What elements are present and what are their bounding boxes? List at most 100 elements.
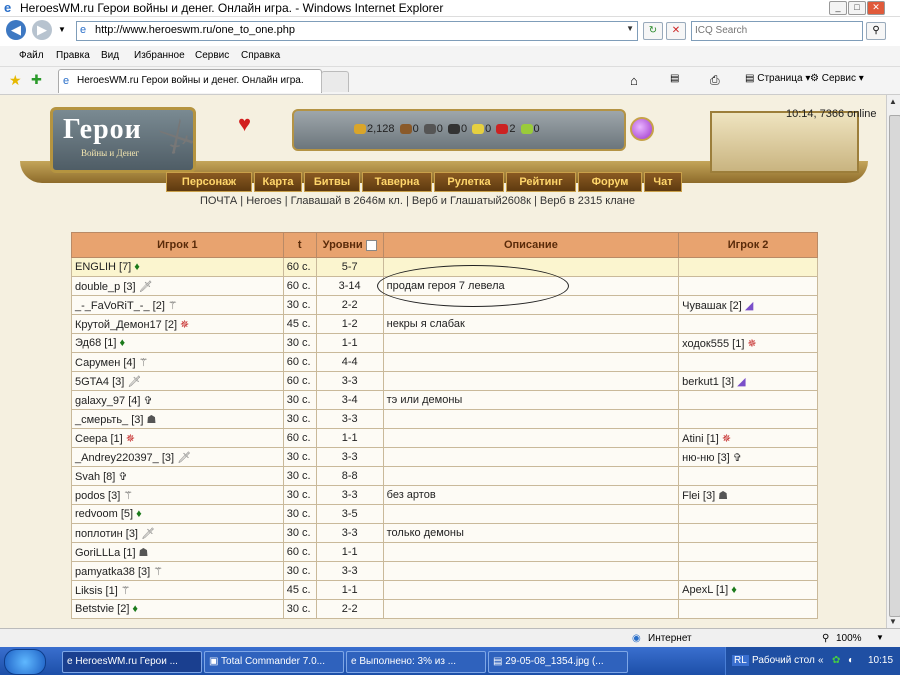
nav-tavern[interactable]: Таверна [362, 172, 432, 192]
system-tray: RL Рабочий стол « ✿ ◐ 10:15 [725, 647, 900, 675]
purple-flag-icon: ◢ [744, 299, 754, 312]
timeout-cell: 30 с. [282, 390, 317, 410]
player1-cell-link[interactable]: double_p [3] [75, 281, 136, 293]
search-input[interactable] [695, 23, 855, 37]
player1-cell-link[interactable]: Сарумен [4] [75, 357, 136, 369]
player1-cell-link[interactable]: Liksis [1] [75, 585, 118, 597]
player1-cell-link[interactable]: Крутой_Демон17 [2] [75, 319, 177, 331]
player1-cell-link[interactable]: GoriLLLa [1] [75, 547, 136, 559]
close-button[interactable]: ✕ [867, 1, 885, 15]
player1-cell-link[interactable]: galaxy_97 [4] [75, 395, 140, 407]
player1-cell-link[interactable]: поплотин [3] [75, 528, 138, 540]
search-box[interactable] [691, 21, 863, 41]
stop-button[interactable]: ✕ [666, 22, 686, 40]
page-menu[interactable]: ▤ Страница ▾ [745, 73, 810, 84]
favorites-star-icon[interactable]: ★ [9, 72, 22, 89]
nav-forum[interactable]: Форум [578, 172, 642, 192]
player1-cell-link[interactable]: Эд68 [1] [75, 337, 116, 349]
player1-cell-link[interactable]: _Andrey220397_ [3] [75, 452, 174, 464]
scroll-thumb[interactable] [889, 115, 900, 617]
player1-cell-link[interactable]: _-_FaVoRiT_-_ [2] [75, 300, 165, 312]
sword-icon: 🗡 [141, 527, 155, 540]
nav-map[interactable]: Карта [254, 172, 302, 192]
vertical-scrollbar[interactable]: ▲ ▼ [886, 95, 900, 628]
home-icon[interactable]: ⌂ [630, 73, 638, 88]
nav-roulette[interactable]: Рулетка [434, 172, 504, 192]
levels-checkbox[interactable] [365, 239, 377, 251]
task-totalcmd[interactable]: ▣ Total Commander 7.0... [204, 651, 344, 673]
nav-chat[interactable]: Чат [644, 172, 682, 192]
resources-panel: 2,128 0 0 0 0 2 0 [292, 109, 626, 151]
menu-view[interactable]: Вид [101, 50, 119, 61]
player1-cell-link[interactable]: ENGLIH [7] [75, 261, 131, 273]
player2-cell-link[interactable]: berkut1 [3] [682, 376, 734, 388]
maximize-button[interactable]: □ [848, 1, 866, 15]
window-title: HeroesWM.ru Герои войны и денег. Онлайн … [20, 1, 444, 15]
minimize-button[interactable]: _ [829, 1, 847, 15]
nav-rating[interactable]: Рейтинг [506, 172, 576, 192]
scroll-down-icon[interactable]: ▼ [889, 617, 897, 626]
quick-links[interactable]: ПОЧТА | Heroes | Главашай в 2646м кл. | … [200, 195, 635, 207]
description-cell: без артов [382, 485, 680, 505]
add-favorite-icon[interactable]: ✚ [31, 72, 42, 88]
player2-cell-link[interactable]: ApexL [1] [682, 584, 728, 596]
player2-cell-link[interactable]: Flei [3] [682, 490, 715, 502]
search-go-button[interactable]: ⚲ [866, 22, 886, 40]
menu-edit[interactable]: Правка [56, 50, 90, 61]
player2-cell [678, 561, 818, 581]
player1-cell-link[interactable]: redvoom [5] [75, 508, 133, 520]
tray-volume-icon[interactable]: ◐ [848, 655, 854, 666]
player2-cell-link[interactable]: ню-ню [3] [682, 452, 730, 464]
task-image-icon: ▤ [493, 656, 506, 667]
player1-cell-link[interactable]: Svah [8] [75, 471, 115, 483]
feeds-icon[interactable]: ▤ [670, 73, 679, 84]
desktop-label[interactable]: Рабочий стол [752, 655, 815, 666]
wood-icon [399, 124, 412, 135]
description-cell [382, 409, 680, 429]
menu-bar: Файл Правка Вид Избранное Сервис Справка [0, 46, 900, 67]
nav-battles[interactable]: Битвы [304, 172, 360, 192]
player2-cell-link[interactable]: ходок555 [1] [682, 338, 744, 350]
forward-button[interactable]: ▶ [32, 20, 52, 40]
new-tab-button[interactable] [321, 71, 349, 92]
player1-cell-link[interactable]: 5GTA4 [3] [75, 376, 124, 388]
zoom-icon[interactable]: ⚲ [822, 633, 829, 644]
refresh-button[interactable]: ↻ [643, 22, 663, 40]
scroll-up-icon[interactable]: ▲ [889, 97, 897, 106]
browser-tab[interactable]: e HeroesWM.ru Герои войны и денег. Онлай… [58, 69, 322, 93]
task-download[interactable]: e Выполнено: 3% из ... [346, 651, 486, 673]
player1-cell-link[interactable]: pamyatka38 [3] [75, 566, 150, 578]
history-dropdown-icon[interactable]: ▼ [58, 25, 66, 34]
address-bar[interactable]: e ▼ [76, 21, 638, 41]
player2-cell: Flei [3] ☗ [678, 485, 818, 505]
levels-cell: 1-1 [315, 428, 384, 448]
player1-cell-link[interactable]: podos [3] [75, 490, 120, 502]
back-button[interactable]: ◀ [6, 20, 26, 40]
zoom-level[interactable]: 100% [836, 633, 862, 644]
tray-network-icon[interactable]: ✿ [832, 655, 840, 666]
zoom-dropdown-icon[interactable]: ▼ [876, 633, 884, 642]
tools-menu[interactable]: ⚙ Сервис ▾ [810, 73, 864, 84]
menu-tools[interactable]: Сервис [195, 50, 229, 61]
task-ie[interactable]: e HeroesWM.ru Герои ... [62, 651, 202, 673]
player1-cell-link[interactable]: Сеера [1] [75, 433, 123, 445]
menu-file[interactable]: Файл [19, 50, 44, 61]
resources-list: 2,128 0 0 0 0 2 0 [354, 123, 542, 135]
address-input[interactable] [95, 23, 615, 37]
player1-cell-link[interactable]: _смерьть_ [3] [75, 414, 143, 426]
player2-cell-link[interactable]: Atini [1] [682, 433, 719, 445]
language-indicator[interactable]: RL [732, 655, 749, 666]
player2-cell-link[interactable]: Чувашак [2] [682, 300, 742, 312]
start-button[interactable] [4, 649, 46, 675]
nav-character[interactable]: Персонаж [166, 172, 252, 192]
menu-favorites[interactable]: Избранное [134, 50, 185, 61]
page-icon: e [80, 24, 87, 36]
tray-chevron-icon[interactable]: « [818, 655, 824, 666]
player1-cell-link[interactable]: Betstvie [2] [75, 603, 129, 615]
table-row: 5GTA4 [3] 🗡 60 с. 3-3 berkut1 [3] ◢ [71, 371, 818, 391]
menu-help[interactable]: Справка [241, 50, 280, 61]
address-dropdown-icon[interactable]: ▼ [626, 24, 634, 33]
task-image[interactable]: ▤ 29-05-08_1354.jpg (... [488, 651, 628, 673]
print-icon[interactable]: ⎙ [710, 73, 720, 88]
col-levels: Уровни [315, 232, 384, 258]
